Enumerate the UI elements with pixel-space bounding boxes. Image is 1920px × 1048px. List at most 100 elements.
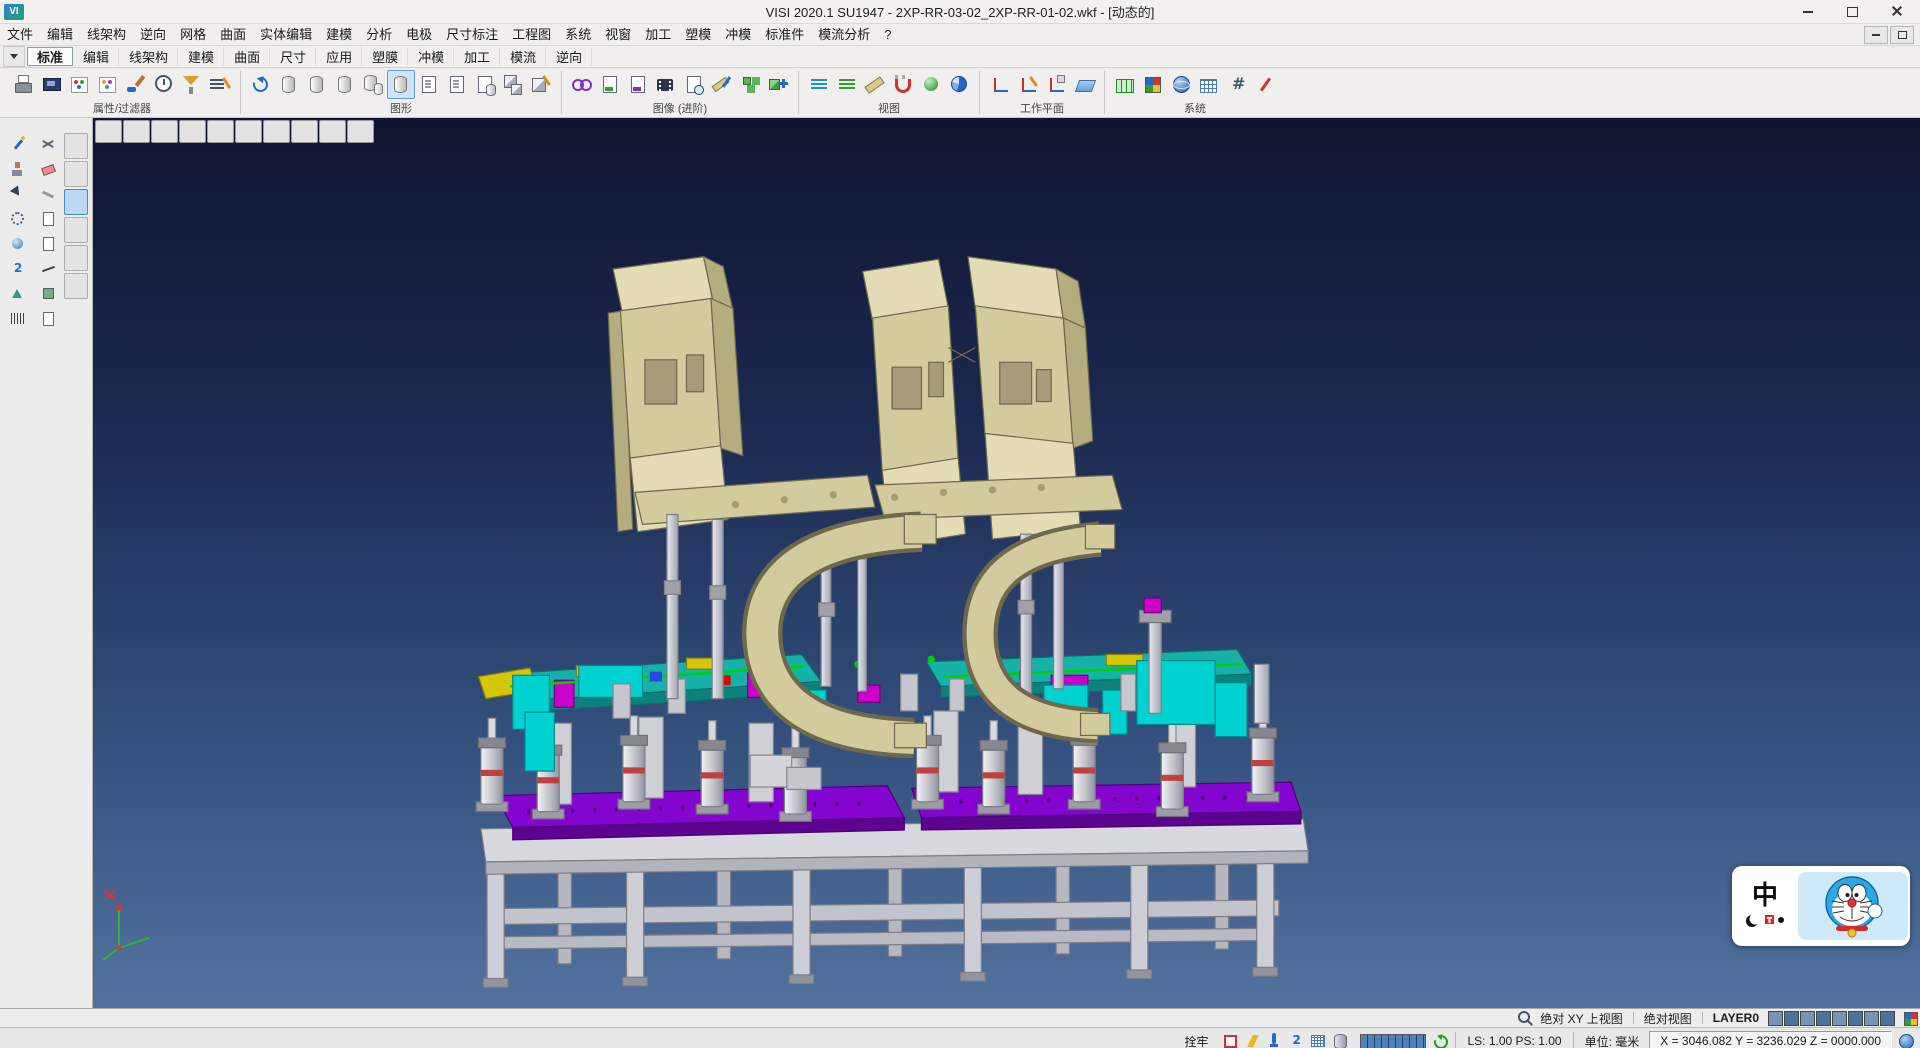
minimize-button[interactable] <box>1785 0 1830 23</box>
menu-item[interactable]: 线架构 <box>80 24 133 45</box>
view-menu-icon[interactable] <box>95 120 122 143</box>
layer-filter-icon[interactable] <box>206 70 234 99</box>
profile-icon[interactable] <box>8 284 28 304</box>
add-view-icon[interactable] <box>764 70 792 99</box>
toolbar-tab[interactable]: 尺寸 <box>270 47 316 66</box>
magnet-snap-icon[interactable] <box>889 70 917 99</box>
plane-grid-icon[interactable] <box>1070 70 1098 99</box>
database-icon[interactable] <box>1330 1031 1350 1048</box>
sheet-icon[interactable] <box>39 209 59 229</box>
color-palette-icon[interactable] <box>1900 1008 1920 1028</box>
system-globe-icon[interactable] <box>1167 70 1195 99</box>
paint-attribute-icon[interactable] <box>122 70 150 99</box>
menu-item[interactable]: 冲模 <box>718 24 758 45</box>
menu-item[interactable]: ? <box>877 24 898 45</box>
stamp-icon[interactable] <box>8 159 28 179</box>
clipboard-icon[interactable] <box>64 161 88 187</box>
edit-workplane-icon[interactable] <box>1014 70 1042 99</box>
cube-top-view-icon[interactable] <box>151 120 178 143</box>
hash-grid-icon[interactable] <box>1223 70 1251 99</box>
workplane-on-solid-icon[interactable] <box>1042 70 1070 99</box>
dynamic-rotation-icon[interactable] <box>805 70 833 99</box>
toolbar-tab[interactable]: 冲模 <box>408 47 454 66</box>
clipboard-icon[interactable] <box>64 245 88 271</box>
wireframe-view-icon[interactable] <box>331 70 359 99</box>
toolbar-tab[interactable]: 曲面 <box>224 47 270 66</box>
clipboard-icon[interactable] <box>64 217 88 243</box>
assembly-boxes-icon[interactable] <box>499 70 527 99</box>
grid-settings-icon[interactable] <box>1195 70 1223 99</box>
menu-item[interactable]: 加工 <box>638 24 678 45</box>
layer-color-swatch[interactable] <box>1800 1011 1815 1026</box>
toolbar-tab[interactable]: 线架构 <box>119 47 178 66</box>
mdi-minimize-button[interactable] <box>1864 26 1888 44</box>
grid-snap-icon[interactable] <box>1308 1031 1328 1048</box>
menu-item[interactable]: 文件 <box>0 24 40 45</box>
wireframe-cube-icon[interactable] <box>123 120 150 143</box>
color-filter-icon[interactable] <box>66 70 94 99</box>
cube-left-view-icon[interactable] <box>235 120 262 143</box>
menu-item[interactable]: 建模 <box>319 24 359 45</box>
drawing-sheet-icon[interactable] <box>415 70 443 99</box>
layer-color-swatch[interactable] <box>1864 1011 1879 1026</box>
layer-color-swatch[interactable] <box>1848 1011 1863 1026</box>
3d-model[interactable] <box>93 118 1920 1008</box>
page-icon[interactable] <box>39 234 59 254</box>
menu-item[interactable]: 实体编辑 <box>253 24 319 45</box>
hidden-line-view-icon[interactable] <box>303 70 331 99</box>
cube-right-view-icon[interactable] <box>263 120 290 143</box>
menu-item[interactable]: 曲面 <box>213 24 253 45</box>
image-import-icon[interactable] <box>624 70 652 99</box>
toolbar-tab[interactable]: 塑膜 <box>362 47 408 66</box>
display-filter-icon[interactable] <box>38 70 66 99</box>
cube-bottom-view-icon[interactable] <box>291 120 318 143</box>
print-icon[interactable] <box>10 70 38 99</box>
menu-item[interactable]: 标准件 <box>758 24 811 45</box>
multi-view-icon[interactable] <box>736 70 764 99</box>
menu-item[interactable]: 分析 <box>359 24 399 45</box>
edit-solid-icon[interactable] <box>527 70 555 99</box>
clipboard-icon[interactable] <box>64 273 88 299</box>
menu-item[interactable]: 网格 <box>173 24 213 45</box>
toolbar-dropdown-button[interactable] <box>3 46 25 67</box>
new-sheet-icon[interactable] <box>443 70 471 99</box>
active-layer[interactable]: LAYER0 <box>1713 1011 1759 1025</box>
menu-item[interactable]: 尺寸标注 <box>439 24 505 45</box>
zoom-icon[interactable] <box>1515 1008 1535 1028</box>
dynamic-pan-icon[interactable] <box>833 70 861 99</box>
cube-colored-view-icon[interactable] <box>319 120 346 143</box>
toolbar-tab[interactable]: 加工 <box>454 47 500 66</box>
snapshot-icon[interactable] <box>680 70 708 99</box>
layer-color-swatch[interactable] <box>1880 1011 1895 1026</box>
viewport-3d[interactable]: 中 <box>93 118 1920 1008</box>
knife-icon[interactable] <box>39 184 59 204</box>
toolbar-tab[interactable]: 标准 <box>27 47 73 66</box>
move-arrow-icon[interactable] <box>8 184 28 204</box>
layer-color-swatch[interactable] <box>1816 1011 1831 1026</box>
multi-solid-icon[interactable] <box>359 70 387 99</box>
clipboard-icon[interactable] <box>64 189 88 215</box>
animation-icon[interactable] <box>652 70 680 99</box>
image-export-icon[interactable] <box>596 70 624 99</box>
history-icon[interactable] <box>150 70 178 99</box>
document-icon[interactable] <box>39 309 59 329</box>
shaded-view-icon[interactable] <box>275 70 303 99</box>
redraw-icon[interactable] <box>247 70 275 99</box>
sheet-solid-icon[interactable] <box>471 70 499 99</box>
toolbar-tab[interactable]: 应用 <box>316 47 362 66</box>
filter-funnel-icon[interactable] <box>178 70 206 99</box>
sphere-icon[interactable] <box>8 234 28 254</box>
view-sphere-icon[interactable] <box>945 70 973 99</box>
toolbar-tab[interactable]: 模流 <box>500 47 546 66</box>
toolbar-tab[interactable]: 逆向 <box>546 47 592 66</box>
red-pen-icon[interactable] <box>1251 70 1279 99</box>
shaded-sphere-icon[interactable] <box>917 70 945 99</box>
snap-lock-label[interactable]: 拴牢 <box>1184 1033 1208 1048</box>
attribute-filter-icon[interactable] <box>94 70 122 99</box>
shading-mode-selected-icon[interactable] <box>387 70 415 99</box>
layer-color-swatch[interactable] <box>1768 1011 1783 1026</box>
menu-item[interactable]: 塑模 <box>678 24 718 45</box>
line-icon[interactable] <box>39 259 59 279</box>
workplane-icon[interactable] <box>986 70 1014 99</box>
chip-icon[interactable] <box>39 284 59 304</box>
